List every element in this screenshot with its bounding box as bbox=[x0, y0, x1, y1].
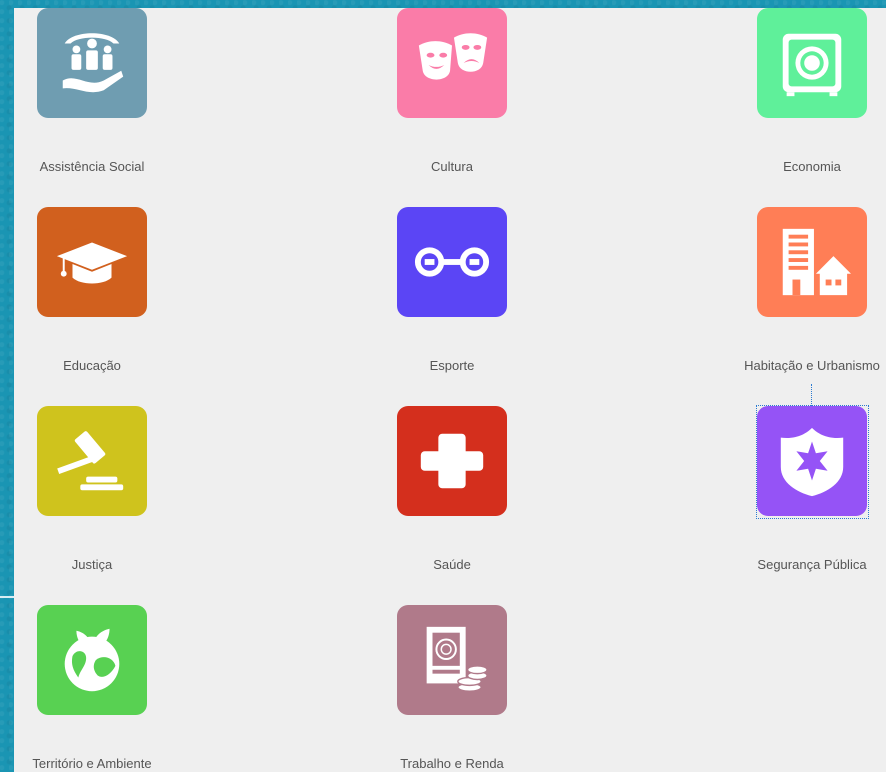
buildings-icon bbox=[782, 228, 851, 296]
tile-assistencia-social[interactable] bbox=[37, 8, 147, 118]
gavel-icon bbox=[57, 431, 124, 491]
safe-icon bbox=[782, 33, 842, 97]
tile-educacao[interactable] bbox=[37, 207, 147, 317]
tile-saude[interactable] bbox=[397, 406, 507, 516]
label-justica[interactable]: Justiça bbox=[72, 557, 112, 572]
tile-seguranca-publica[interactable] bbox=[757, 406, 867, 516]
label-economia[interactable]: Economia bbox=[783, 159, 841, 174]
focus-indicator-stem bbox=[811, 384, 812, 406]
label-saude[interactable]: Saúde bbox=[433, 557, 471, 572]
label-assistencia-social[interactable]: Assistência Social bbox=[40, 159, 145, 174]
tile-economia[interactable] bbox=[757, 8, 867, 118]
tile-territorio-ambiente[interactable] bbox=[37, 605, 147, 715]
tile-esporte[interactable] bbox=[397, 207, 507, 317]
dumbbell-icon bbox=[414, 247, 490, 277]
tile-trabalho-renda[interactable] bbox=[397, 605, 507, 715]
police-badge-icon bbox=[780, 427, 844, 497]
divider-line bbox=[0, 596, 14, 598]
label-cultura[interactable]: Cultura bbox=[431, 159, 473, 174]
tile-habitacao-urbanismo[interactable] bbox=[757, 207, 867, 317]
tile-justica[interactable] bbox=[37, 406, 147, 516]
label-trabalho-renda[interactable]: Trabalho e Renda bbox=[400, 756, 504, 771]
label-esporte[interactable]: Esporte bbox=[430, 358, 475, 373]
graduation-cap-icon bbox=[56, 242, 128, 284]
categories-panel: Assistência Social Cultura Economia Educ… bbox=[14, 8, 886, 772]
theater-masks-icon bbox=[418, 33, 488, 80]
label-territorio-ambiente[interactable]: Território e Ambiente bbox=[32, 756, 151, 771]
family-hands-icon bbox=[62, 33, 124, 93]
tile-cultura[interactable] bbox=[397, 8, 507, 118]
label-educacao[interactable]: Educação bbox=[63, 358, 121, 373]
label-seguranca-publica[interactable]: Segurança Pública bbox=[757, 557, 866, 572]
work-document-icon bbox=[426, 626, 488, 692]
medical-cross-icon bbox=[420, 433, 484, 489]
label-habitacao-urbanismo[interactable]: Habitação e Urbanismo bbox=[744, 358, 880, 373]
globe-plant-icon bbox=[64, 628, 120, 692]
